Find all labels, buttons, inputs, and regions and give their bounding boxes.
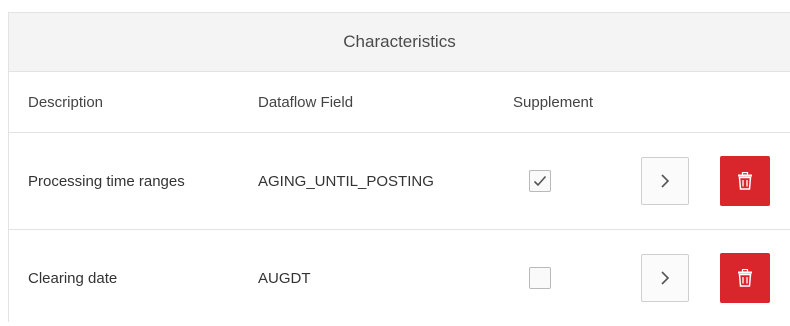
description-cell: Processing time ranges	[28, 172, 185, 190]
table-row: Clearing date AUGDT	[9, 230, 790, 326]
navigate-cell	[641, 133, 689, 229]
supplement-cell	[529, 230, 551, 326]
delete-button[interactable]	[720, 156, 770, 206]
description-cell: Clearing date	[28, 269, 118, 287]
chevron-right-icon	[659, 173, 671, 189]
dataflow-field-cell: AGING_UNTIL_POSTING	[258, 172, 434, 190]
navigate-cell	[641, 230, 689, 326]
checkmark-icon	[533, 175, 547, 187]
characteristics-panel: Characteristics Description Dataflow Fie…	[8, 12, 790, 322]
supplement-cell	[529, 133, 551, 229]
table-row: Processing time ranges AGING_UNTIL_POSTI…	[9, 133, 790, 230]
navigate-button[interactable]	[641, 157, 689, 205]
navigate-button[interactable]	[641, 254, 689, 302]
column-header-dataflow-field: Dataflow Field	[258, 93, 354, 111]
delete-cell	[720, 133, 770, 229]
trash-icon	[737, 269, 753, 287]
column-header-supplement: Supplement	[513, 93, 594, 111]
column-header-description: Description	[28, 93, 104, 111]
dataflow-field-cell: AUGDT	[258, 269, 311, 287]
supplement-checkbox[interactable]	[529, 170, 551, 192]
delete-button[interactable]	[720, 253, 770, 303]
chevron-right-icon	[659, 270, 671, 286]
table-header-row: Description Dataflow Field Supplement	[9, 72, 790, 133]
panel-title: Characteristics	[9, 13, 790, 72]
trash-icon	[737, 172, 753, 190]
delete-cell	[720, 230, 770, 326]
supplement-checkbox[interactable]	[529, 267, 551, 289]
